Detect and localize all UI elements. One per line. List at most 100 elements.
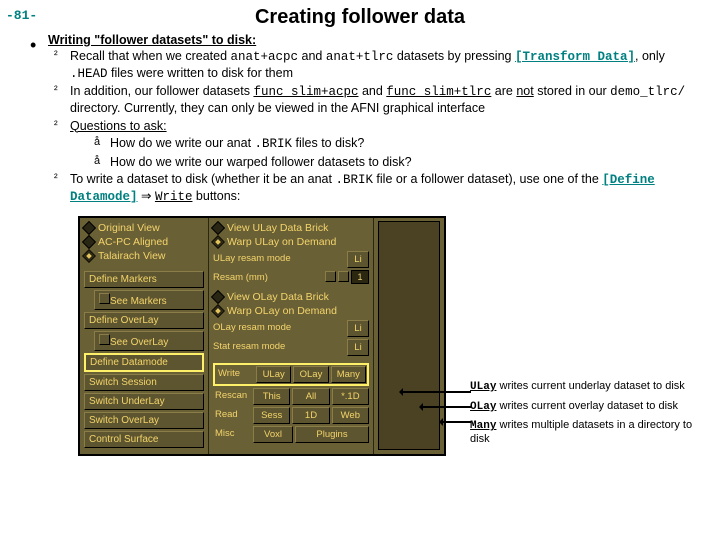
annotation-many: Many writes multiple datasets in a direc… (470, 419, 702, 445)
checkbox-icon (99, 334, 110, 345)
control-surface-button[interactable]: Control Surface (84, 431, 204, 448)
annotation-ulay: ULay writes current underlay dataset to … (470, 380, 702, 394)
step-down-icon (325, 271, 336, 282)
define-datamode-button[interactable]: Define Datamode (84, 353, 204, 372)
write-many-button[interactable]: Many (331, 366, 366, 383)
label: Read (213, 407, 251, 424)
value: 1 (351, 270, 369, 284)
list-item: In addition, our follower datasets func_… (70, 84, 702, 116)
panel-col-right (373, 218, 444, 454)
text: files were written to disk for them (108, 66, 293, 80)
code: .HEAD (70, 67, 108, 81)
annotation-olay: OLay writes current overlay dataset to d… (470, 400, 702, 414)
rescan-row: Rescan This All *.1D (213, 388, 369, 405)
olay-resam-select[interactable]: Li (347, 320, 369, 337)
diamond-icon (211, 304, 225, 318)
bullet-dot: • (30, 35, 36, 56)
radio-original-view[interactable]: Original View (84, 221, 204, 235)
read-row: Read Sess 1D Web (213, 407, 369, 424)
arrow-glyph: ⇒ (138, 189, 155, 203)
diamond-icon (82, 235, 96, 249)
define-overlay-button[interactable]: Define OverLay (84, 312, 204, 329)
arrow-icon (421, 406, 471, 408)
text: How do we write our anat (110, 136, 255, 150)
read-sess-button[interactable]: Sess (253, 407, 290, 424)
define-markers-button[interactable]: Define Markers (84, 271, 204, 288)
list-item: Questions to ask: How do we write our an… (70, 119, 702, 171)
switch-underlay-button[interactable]: Switch UnderLay (84, 393, 204, 410)
main-content: • Writing "follower datasets" to disk: R… (48, 33, 702, 456)
radio-warp-ulay[interactable]: Warp ULay on Demand (213, 235, 369, 249)
afni-panel: Original View AC-PC Aligned Talairach Vi… (78, 216, 446, 456)
code: func_slim+acpc (253, 85, 358, 99)
write-olay-button[interactable]: OLay (293, 366, 328, 383)
label: See OverLay (110, 337, 168, 348)
label: Stat resam mode (213, 339, 345, 356)
label: OLay resam mode (213, 320, 345, 337)
label: View OLay Data Brick (227, 291, 329, 303)
label: AC-PC Aligned (98, 236, 168, 248)
diamond-icon (211, 235, 225, 249)
diamond-icon (211, 290, 225, 304)
panel-col-left: Original View AC-PC Aligned Talairach Vi… (80, 218, 208, 454)
radio-warp-olay[interactable]: Warp OLay on Demand (213, 304, 369, 318)
read-web-button[interactable]: Web (332, 407, 369, 424)
text: and (298, 49, 326, 63)
code: demo_tlrc/ (610, 85, 685, 99)
text: Questions to ask: (70, 119, 167, 133)
write-ulay-button[interactable]: ULay (256, 366, 291, 383)
switch-overlay-button[interactable]: Switch OverLay (84, 412, 204, 429)
diamond-icon (82, 221, 96, 235)
stat-resam-row: Stat resam mode Li (213, 339, 369, 356)
label: See Markers (110, 296, 167, 307)
code: Many (470, 420, 496, 432)
rescan-this-button[interactable]: This (253, 388, 290, 405)
stat-resam-select[interactable]: Li (347, 339, 369, 356)
question-list: How do we write our anat .BRIK files to … (70, 136, 702, 170)
rescan-all-button[interactable]: All (292, 388, 329, 405)
code: .BRIK (255, 137, 293, 151)
list-item: How do we write our anat .BRIK files to … (110, 136, 702, 153)
see-markers-toggle[interactable]: See Markers (94, 290, 204, 310)
text: stored in our (534, 84, 610, 98)
ulay-resam-select[interactable]: Li (347, 251, 369, 268)
radio-view-olay-brick[interactable]: View OLay Data Brick (213, 290, 369, 304)
read-1d-button[interactable]: 1D (292, 407, 329, 424)
olay-resam-row: OLay resam mode Li (213, 320, 369, 337)
switch-session-button[interactable]: Switch Session (84, 374, 204, 391)
diamond-icon (211, 221, 225, 235)
list-item: To write a dataset to disk (whether it b… (70, 172, 702, 205)
code: OLay (470, 401, 496, 413)
text: , only (635, 49, 665, 63)
radio-talairach-view[interactable]: Talairach View (84, 249, 204, 263)
misc-voxl-button[interactable]: Voxl (253, 426, 293, 443)
label: Resam (mm) (213, 270, 323, 284)
annotations: ULay writes current underlay dataset to … (470, 380, 702, 456)
label: Write (216, 366, 254, 383)
label: Original View (98, 222, 160, 234)
radio-acpc-aligned[interactable]: AC-PC Aligned (84, 235, 204, 249)
text: and (358, 84, 386, 98)
radio-view-ulay-brick[interactable]: View ULay Data Brick (213, 221, 369, 235)
step-up-icon (338, 271, 349, 282)
see-overlay-toggle[interactable]: See OverLay (94, 331, 204, 351)
label: Talairach View (98, 250, 166, 262)
diamond-icon (82, 249, 96, 263)
misc-plugins-button[interactable]: Plugins (295, 426, 369, 443)
resam-stepper[interactable]: 1 (325, 270, 369, 284)
text: datasets by pressing (393, 49, 515, 63)
list-item: How do we write our warped follower data… (110, 155, 702, 171)
label: Rescan (213, 388, 251, 405)
code: ULay (470, 381, 496, 393)
scrollbar[interactable] (378, 221, 440, 450)
text: Recall that when we created (70, 49, 231, 63)
text: writes multiple datasets in a directory … (470, 419, 692, 445)
arrow-layer (446, 216, 470, 456)
write-row: Write ULay OLay Many (213, 363, 369, 386)
label: Misc (213, 426, 251, 443)
label: ULay resam mode (213, 251, 345, 268)
text: files to disk? (292, 136, 364, 150)
page-number: -81- (6, 8, 37, 23)
rescan-1d-button[interactable]: *.1D (332, 388, 369, 405)
code: Write (155, 190, 193, 204)
